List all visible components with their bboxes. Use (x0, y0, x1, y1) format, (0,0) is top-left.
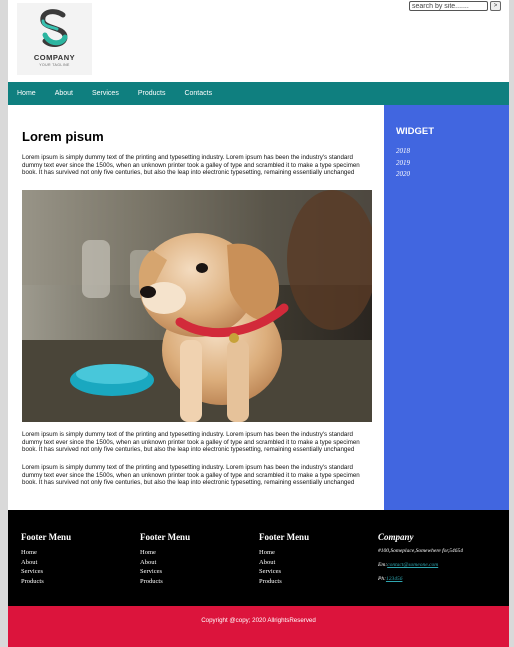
sidebar-widget: WIDGET 2018 2019 2020 (384, 105, 509, 510)
search-bar: > (409, 1, 501, 11)
search-input[interactable] (409, 1, 488, 11)
page-title: Lorem pisum (22, 129, 104, 144)
footer-menu-3: Footer Menu Home About Services Products (259, 532, 309, 586)
footer-link-home[interactable]: Home (21, 548, 71, 558)
header: COMPANY YOUR TAGLINE > (8, 0, 509, 82)
phone-link[interactable]: 123456 (386, 576, 403, 582)
nav-item-contacts[interactable]: Contacts (184, 90, 212, 97)
phone-label: Ph: (378, 576, 386, 582)
widget-item-2019[interactable]: 2019 (396, 158, 410, 170)
footer-link-services[interactable]: Services (21, 567, 71, 577)
logo-name: COMPANY (33, 53, 76, 62)
nav-item-services[interactable]: Services (92, 90, 119, 97)
body-paragraph: Lorem ipsum is simply dummy text of the … (22, 431, 360, 453)
page: COMPANY YOUR TAGLINE > Home About Servic… (8, 0, 509, 647)
footer-menu-title: Footer Menu (259, 532, 310, 542)
footer-company: Company #100,Someplace,Somewhere for,546… (378, 532, 463, 590)
footer-menu-title: Footer Menu (140, 532, 191, 542)
nav-item-products[interactable]: Products (138, 90, 166, 97)
search-button[interactable]: > (490, 1, 501, 11)
footer-link-home[interactable]: Home (259, 548, 309, 558)
widget-item-2020[interactable]: 2020 (396, 169, 410, 181)
company-email: Em:contact@someone.com (378, 562, 463, 569)
widget-item-2018[interactable]: 2018 (396, 146, 410, 158)
footer-link-about[interactable]: About (21, 558, 71, 568)
puppy-image (22, 190, 372, 422)
company-title: Company (378, 532, 414, 542)
footer-link-services[interactable]: Services (140, 567, 190, 577)
copyright-bar: Copyright @copy; 2020 AllrightsReserved (8, 606, 509, 647)
logo-tagline: YOUR TAGLINE (39, 63, 70, 67)
nav-item-home[interactable]: Home (17, 90, 36, 97)
footer-link-products[interactable]: Products (259, 577, 309, 587)
main-content: Lorem pisum Lorem ipsum is simply dummy … (8, 105, 384, 510)
footer-link-about[interactable]: About (259, 558, 309, 568)
company-phone: Ph:123456 (378, 576, 463, 583)
footer: Footer Menu Home About Services Products… (8, 510, 509, 606)
footer-link-services[interactable]: Services (259, 567, 309, 577)
intro-paragraph: Lorem ipsum is simply dummy text of the … (22, 154, 360, 176)
nav-item-about[interactable]: About (55, 90, 73, 97)
footer-link-about[interactable]: About (140, 558, 190, 568)
main-nav: Home About Services Products Contacts (8, 82, 509, 105)
footer-link-products[interactable]: Products (21, 577, 71, 587)
footer-menu-2: Footer Menu Home About Services Products (140, 532, 190, 586)
company-address: #100,Someplace,Somewhere for,54654 (378, 548, 464, 554)
email-link[interactable]: contact@someone.com (387, 562, 438, 568)
email-label: Em: (378, 562, 388, 568)
footer-link-products[interactable]: Products (140, 577, 190, 587)
body-paragraph: Lorem ipsum is simply dummy text of the … (22, 464, 360, 486)
footer-link-home[interactable]: Home (140, 548, 190, 558)
footer-menu-title: Footer Menu (21, 532, 72, 542)
logo-icon (40, 9, 68, 47)
company-logo[interactable]: COMPANY YOUR TAGLINE (17, 3, 92, 75)
widget-title: WIDGET (396, 126, 434, 137)
footer-menu-1: Footer Menu Home About Services Products (21, 532, 71, 586)
